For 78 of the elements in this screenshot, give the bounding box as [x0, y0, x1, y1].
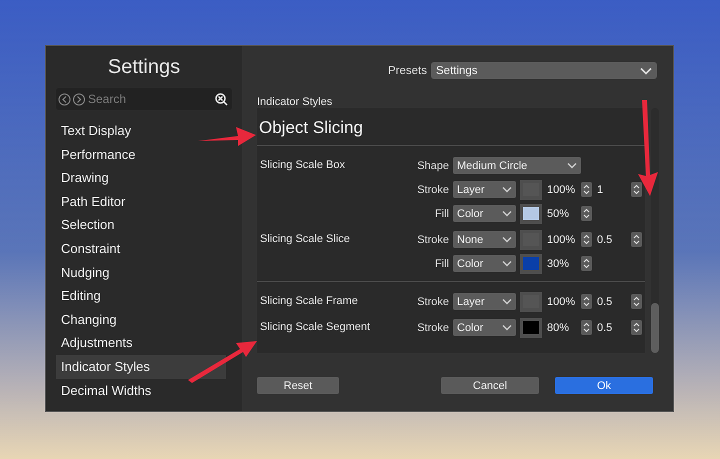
- sidebar-item[interactable]: Text Display: [56, 119, 232, 143]
- stepper-icon[interactable]: [631, 232, 642, 247]
- setting-name: Slicing Scale Frame: [259, 294, 359, 309]
- search-input[interactable]: Search: [88, 92, 213, 106]
- dropdown[interactable]: Color: [453, 255, 516, 272]
- sidebar-item[interactable]: Performance: [56, 142, 232, 166]
- stepper-icon[interactable]: [581, 294, 592, 309]
- width-value: 0.5: [597, 296, 614, 308]
- width-value: 0.5: [597, 322, 614, 334]
- search-clear-icon[interactable]: [215, 92, 228, 106]
- dropdown[interactable]: Color: [453, 205, 516, 222]
- chevron-icon: [502, 186, 512, 193]
- dropdown[interactable]: Medium Circle: [453, 157, 581, 174]
- search-field[interactable]: Search: [56, 88, 232, 110]
- color-well[interactable]: [520, 204, 542, 224]
- sidebar-item[interactable]: Selection: [56, 213, 232, 237]
- property-label: Stroke: [416, 322, 449, 334]
- opacity-value: 100%: [547, 234, 576, 246]
- color-well[interactable]: [520, 230, 542, 250]
- dialog-button[interactable]: Ok: [555, 377, 653, 394]
- opacity-value: 50%: [547, 208, 570, 220]
- opacity-value: 80%: [547, 322, 570, 334]
- dialog-button[interactable]: Reset: [257, 377, 339, 394]
- color-well[interactable]: [520, 292, 542, 312]
- section-header: Indicator Styles: [257, 96, 334, 108]
- property-label: Fill: [434, 258, 449, 270]
- sidebar-item[interactable]: Editing: [56, 284, 232, 308]
- dropdown[interactable]: None: [453, 231, 516, 248]
- chevron-icon: [502, 298, 512, 305]
- window-title: Settings: [106, 56, 182, 80]
- setting-name: Slicing Scale Segment: [259, 320, 372, 335]
- sidebar-item[interactable]: Path Editor: [56, 190, 232, 214]
- opacity-value: 30%: [547, 258, 570, 270]
- sidebar-item[interactable]: Changing: [56, 308, 232, 332]
- back-forward-icon[interactable]: [58, 92, 86, 106]
- stepper-icon[interactable]: [581, 182, 592, 197]
- width-value: 1: [597, 184, 604, 196]
- dialog-button[interactable]: Cancel: [441, 377, 539, 394]
- width-value: 0.5: [597, 234, 614, 246]
- dropdown[interactable]: Layer: [453, 293, 516, 310]
- dropdown[interactable]: Layer: [453, 181, 516, 198]
- presets-label: Presets: [388, 64, 427, 76]
- stepper-icon[interactable]: [581, 256, 592, 271]
- chevron-icon: [640, 66, 652, 74]
- color-well[interactable]: [520, 318, 542, 338]
- property-label: Stroke: [416, 296, 449, 308]
- sidebar-item[interactable]: Nudging: [56, 260, 232, 284]
- presets-dropdown[interactable]: Settings: [431, 62, 657, 79]
- chevron-icon: [567, 162, 577, 169]
- color-well[interactable]: [520, 180, 542, 200]
- property-label: Stroke: [416, 184, 449, 196]
- sidebar-item[interactable]: Decimal Widths: [56, 378, 232, 402]
- stepper-icon[interactable]: [631, 294, 642, 309]
- property-label: Fill: [434, 208, 449, 220]
- color-well[interactable]: [520, 254, 542, 274]
- arrow-drawing: [198, 127, 256, 146]
- sidebar-item[interactable]: Adjustments: [56, 331, 232, 355]
- chevron-icon: [502, 236, 512, 243]
- property-label: Shape: [416, 160, 449, 172]
- chevron-icon: [502, 324, 512, 331]
- sidebar-item[interactable]: Drawing: [56, 166, 232, 190]
- scrollbar[interactable]: [651, 108, 659, 353]
- opacity-value: 100%: [547, 296, 576, 308]
- dropdown[interactable]: Color: [453, 319, 516, 336]
- arrow-drawing: [188, 341, 257, 383]
- sidebar-item[interactable]: Indicator Styles: [56, 354, 226, 379]
- sidebar-item[interactable]: Constraint: [56, 236, 232, 261]
- stepper-icon[interactable]: [631, 182, 642, 197]
- chevron-icon: [502, 260, 512, 267]
- stepper-icon[interactable]: [631, 320, 642, 335]
- opacity-value: 100%: [547, 184, 576, 196]
- stepper-icon[interactable]: [581, 320, 592, 335]
- property-label: Stroke: [416, 234, 449, 246]
- stepper-icon[interactable]: [581, 206, 592, 221]
- setting-name: Slicing Scale Box: [259, 158, 346, 173]
- setting-name: Slicing Scale Slice: [259, 232, 351, 247]
- stepper-icon[interactable]: [581, 232, 592, 247]
- chevron-icon: [502, 210, 512, 217]
